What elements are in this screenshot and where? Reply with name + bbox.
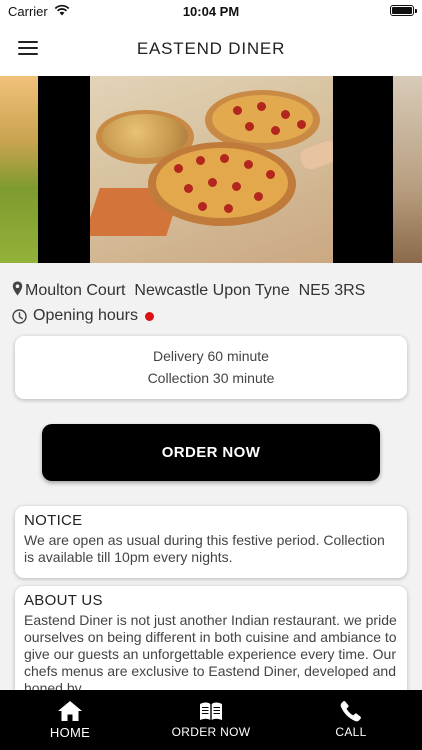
battery-icon: [390, 5, 417, 16]
about-us-card: ABOUT US Eastend Diner is not just anoth…: [15, 586, 407, 706]
notice-text: We are open as usual during this festive…: [24, 532, 385, 565]
restaurant-address: Moulton Court Newcastle Upon Tyne NE5 3R…: [12, 281, 365, 300]
previous-slide-image: [0, 76, 38, 263]
tab-order-now[interactable]: ORDER NOW: [160, 690, 262, 750]
opening-hours-row[interactable]: Opening hours: [12, 307, 154, 325]
page-title: EASTEND DINER: [136, 39, 286, 58]
delivery-time: Delivery 60 minute: [153, 348, 269, 364]
book-menu-icon: [200, 702, 222, 720]
navigation-bar: EASTEND DINER: [0, 22, 422, 76]
clock-icon: [12, 308, 27, 324]
location-pin-icon: [12, 281, 23, 296]
banner-carousel[interactable]: [0, 76, 422, 263]
address-text: Moulton Court Newcastle Upon Tyne NE5 3R…: [25, 282, 366, 299]
opening-hours-label: Opening hours: [33, 307, 138, 324]
tab-home-label: HOME: [49, 725, 91, 740]
collection-time: Collection 30 minute: [147, 370, 275, 386]
next-slide-image: [393, 76, 422, 263]
bottom-tab-bar: HOME ORDER NOW CALL: [0, 690, 422, 750]
tab-call[interactable]: CALL: [321, 690, 381, 750]
about-text: Eastend Diner is not just another Indian…: [24, 612, 397, 696]
tab-order-now-label: ORDER NOW: [171, 725, 251, 739]
status-bar: Carrier 10:04 PM: [0, 0, 422, 22]
tab-home[interactable]: HOME: [30, 690, 110, 750]
about-title: ABOUT US: [24, 592, 103, 609]
pizza-photo: [90, 76, 333, 263]
phone-icon: [340, 701, 361, 722]
open-status-indicator: [144, 311, 154, 321]
delivery-times-card: Delivery 60 minute Collection 30 minute: [15, 336, 407, 399]
tab-call-label: CALL: [335, 725, 367, 739]
notice-title: NOTICE: [24, 512, 83, 529]
home-icon: [58, 701, 82, 721]
notice-card: NOTICE We are open as usual during this …: [15, 506, 407, 578]
order-now-button[interactable]: ORDER NOW: [42, 424, 380, 481]
status-time: 10:04 PM: [182, 4, 240, 19]
